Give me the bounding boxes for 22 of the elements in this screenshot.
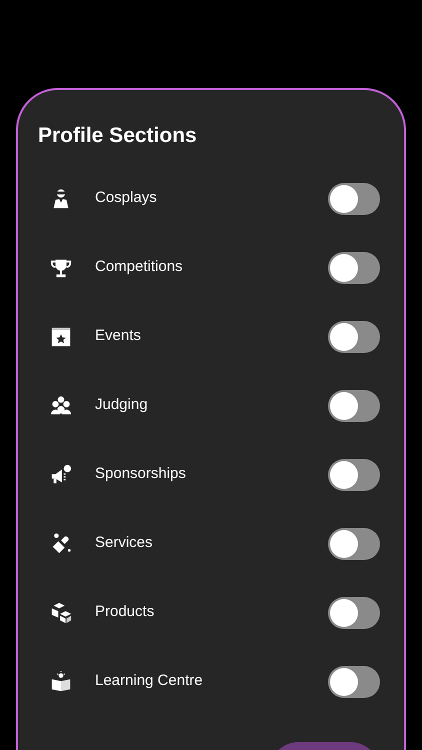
- boxes-icon: [50, 602, 72, 624]
- section-label: Products: [95, 602, 156, 622]
- section-label: Sponsorships: [95, 464, 187, 484]
- section-label: Judging: [95, 395, 149, 416]
- section-title: Profile Sections: [38, 123, 198, 149]
- section-label: Competitions: [95, 257, 184, 278]
- toggle-switch[interactable]: [328, 320, 380, 352]
- people-icon: [50, 394, 72, 416]
- toggle-switch[interactable]: [328, 390, 380, 422]
- toggle-switch[interactable]: [328, 458, 380, 490]
- megaphone-icon: [50, 464, 72, 486]
- calendar-icon: [50, 326, 72, 348]
- section-label: Learning Centre: [95, 671, 204, 692]
- toggle-switch[interactable]: [328, 252, 380, 284]
- section-label: Cosplays: [95, 188, 158, 208]
- book-icon: [50, 670, 72, 692]
- toggle-switch[interactable]: [328, 666, 380, 698]
- toggle-switch[interactable]: [328, 528, 380, 560]
- toggle-switch[interactable]: [328, 596, 380, 628]
- section-label: Events: [95, 326, 142, 346]
- toggle-switch[interactable]: [328, 182, 380, 214]
- section-label: Services: [95, 533, 154, 554]
